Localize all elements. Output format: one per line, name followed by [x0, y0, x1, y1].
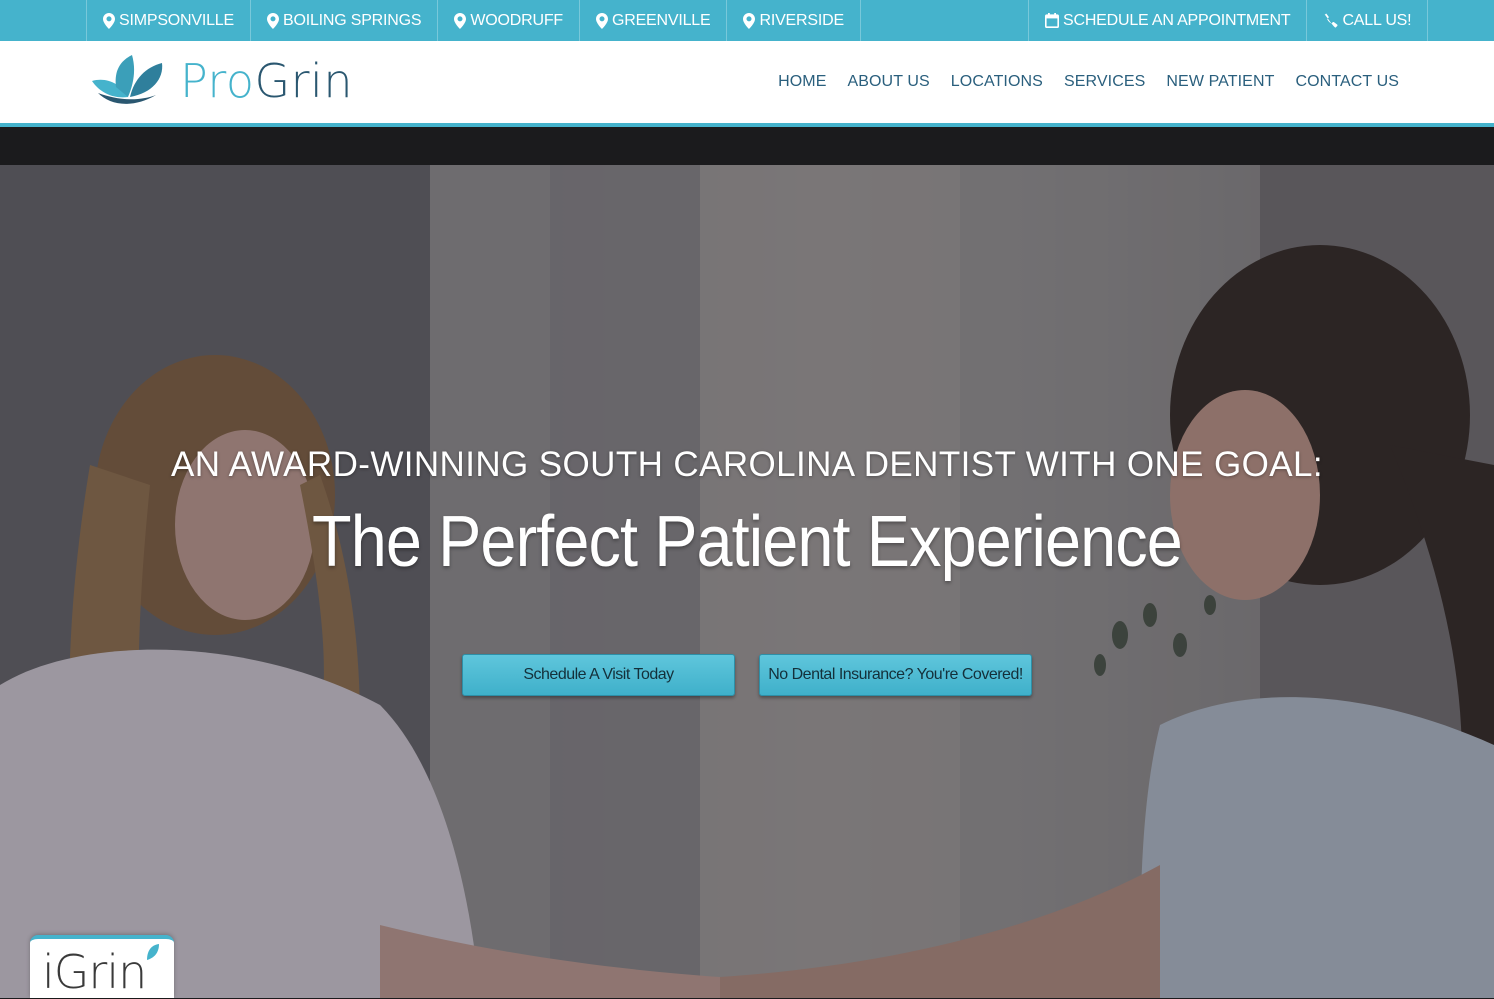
nav-locations[interactable]: LOCATIONS — [951, 73, 1043, 91]
location-link-greenville[interactable]: GREENVILLE — [578, 0, 727, 41]
lotus-logo-icon — [92, 55, 163, 104]
insurance-coverage-button[interactable]: No Dental Insurance? You're Covered! — [759, 654, 1032, 696]
nav-services[interactable]: SERVICES — [1064, 73, 1145, 91]
map-pin-icon — [595, 12, 608, 29]
top-bar: SIMPSONVILLE BOILING SPRINGS WOODRUFF GR… — [0, 0, 1494, 41]
leaf-icon — [147, 944, 159, 960]
schedule-label: SCHEDULE AN APPOINTMENT — [1063, 11, 1291, 29]
progrin-logo[interactable]: ProGrin — [90, 49, 353, 113]
nav-home[interactable]: HOME — [778, 73, 826, 91]
call-us-link[interactable]: CALL US! — [1306, 0, 1429, 41]
nav-contact-us[interactable]: CONTACT US — [1295, 73, 1399, 91]
location-label: GREENVILLE — [611, 11, 711, 29]
location-link-riverside[interactable]: RIVERSIDE — [726, 0, 861, 41]
hero-title: The Perfect Patient Experience — [312, 502, 1183, 582]
logo-wordmark-pro: Pro — [180, 54, 255, 108]
call-label: CALL US! — [1342, 11, 1412, 29]
map-pin-icon — [743, 12, 756, 29]
location-label: SIMPSONVILLE — [119, 11, 234, 29]
schedule-visit-button[interactable]: Schedule A Visit Today — [462, 654, 735, 696]
nav-new-patient[interactable]: NEW PATIENT — [1166, 73, 1274, 91]
logo-wordmark: ProGrin — [180, 54, 353, 108]
contact-links: SCHEDULE AN APPOINTMENT CALL US! — [1028, 0, 1429, 41]
location-label: BOILING SPRINGS — [282, 11, 422, 29]
dark-strip — [0, 127, 1494, 165]
nav-about-us[interactable]: ABOUT US — [847, 73, 929, 91]
map-pin-icon — [454, 12, 467, 29]
map-pin-icon — [103, 12, 115, 29]
location-label: RIVERSIDE — [759, 11, 844, 29]
logo-wordmark-grin: Grin — [254, 54, 353, 108]
calendar-icon — [1045, 13, 1059, 28]
location-label: WOODRUFF — [470, 11, 563, 29]
map-pin-icon — [266, 12, 279, 29]
hero-section: AN AWARD-WINNING SOUTH CAROLINA DENTIST … — [0, 165, 1494, 998]
hero-kicker: AN AWARD-WINNING SOUTH CAROLINA DENTIST … — [170, 445, 1324, 484]
igrin-badge[interactable]: iGrin — [30, 935, 174, 999]
site-header: ProGrin HOME ABOUT US LOCATIONS SERVICES… — [0, 41, 1494, 123]
location-link-woodruff[interactable]: WOODRUFF — [437, 0, 579, 41]
location-link-simpsonville[interactable]: SIMPSONVILLE — [86, 0, 250, 41]
location-link-boiling-springs[interactable]: BOILING SPRINGS — [249, 0, 437, 41]
location-links: SIMPSONVILLE BOILING SPRINGS WOODRUFF GR… — [86, 0, 861, 41]
phone-icon — [1324, 13, 1338, 28]
main-nav: HOME ABOUT US LOCATIONS SERVICES NEW PAT… — [757, 41, 1399, 123]
schedule-appointment-link[interactable]: SCHEDULE AN APPOINTMENT — [1028, 0, 1306, 41]
igrin-label: iGrin — [42, 945, 147, 999]
